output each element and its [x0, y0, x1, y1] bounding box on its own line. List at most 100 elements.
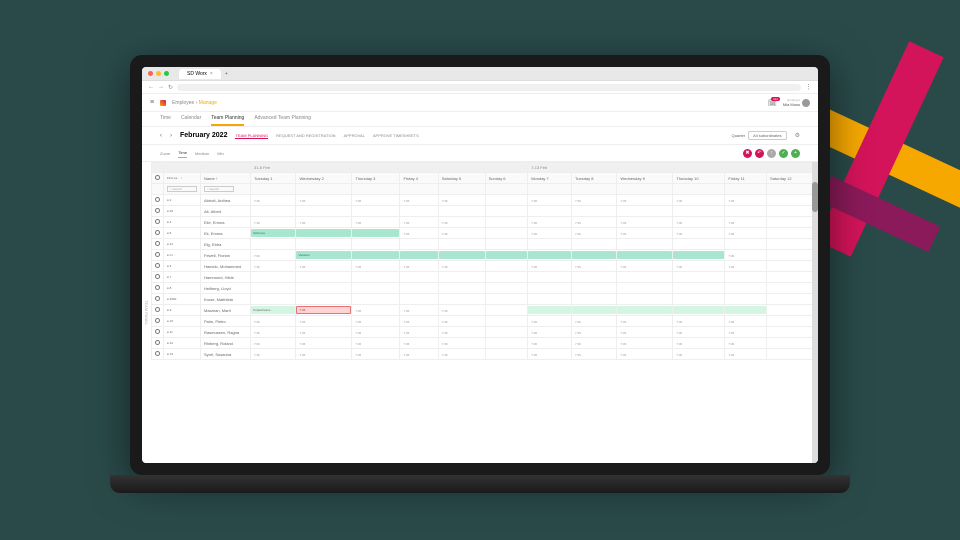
planning-cell[interactable]: 7:36 — [251, 250, 296, 261]
planning-cell[interactable]: 7:36 — [438, 327, 485, 338]
nav-calendar[interactable]: Calendar — [181, 112, 201, 126]
planning-cell[interactable]: 7:36 — [528, 316, 572, 327]
planning-cell[interactable]: 7:36 — [296, 217, 352, 228]
filter-medium[interactable]: Medium — [195, 149, 209, 158]
planning-cell[interactable] — [767, 250, 818, 261]
planning-cell[interactable] — [767, 228, 818, 239]
planning-cell[interactable] — [485, 206, 528, 217]
planning-cell[interactable]: 7:36 — [251, 327, 296, 338]
planning-cell[interactable]: 7:36 — [617, 217, 673, 228]
planning-cell[interactable]: 7:36 — [438, 195, 485, 206]
planning-cell[interactable]: 7:36 — [400, 305, 438, 316]
planning-cell[interactable]: 7:36 — [571, 228, 616, 239]
planning-cell[interactable] — [617, 239, 673, 250]
planning-cell[interactable]: 7:36 — [528, 327, 572, 338]
planning-cell[interactable]: 7:36 — [251, 338, 296, 349]
planning-cell[interactable]: 7:36 — [400, 261, 438, 272]
table-row[interactable]: ● 7Hammond, Hilde — [152, 272, 818, 283]
row-checkbox[interactable] — [155, 252, 160, 257]
planning-cell[interactable] — [485, 250, 528, 261]
planning-cell[interactable] — [528, 283, 572, 294]
planning-cell[interactable] — [673, 283, 725, 294]
planning-cell[interactable] — [673, 294, 725, 305]
planning-cell[interactable] — [485, 338, 528, 349]
planning-cell[interactable] — [485, 316, 528, 327]
planning-cell[interactable] — [485, 228, 528, 239]
planning-cell[interactable]: 7:36 — [251, 195, 296, 206]
planning-cell[interactable] — [485, 283, 528, 294]
row-checkbox[interactable] — [155, 340, 160, 345]
planning-cell[interactable] — [725, 294, 767, 305]
planning-cell[interactable]: 7:36 — [528, 338, 572, 349]
planning-cell[interactable] — [767, 283, 818, 294]
planning-cell[interactable]: 7:36 — [352, 327, 400, 338]
row-checkbox[interactable] — [155, 241, 160, 246]
row-checkbox[interactable] — [155, 230, 160, 235]
planning-cell[interactable]: 7:36 — [296, 195, 352, 206]
maximize-window-icon[interactable] — [164, 71, 169, 76]
planning-cell[interactable] — [400, 294, 438, 305]
browser-tab[interactable]: SD Worx× — [179, 69, 221, 79]
planning-cell[interactable] — [400, 250, 438, 261]
planning-cell[interactable] — [725, 206, 767, 217]
planning-cell[interactable] — [438, 206, 485, 217]
planning-cell[interactable]: 7:36 — [251, 261, 296, 272]
planning-cell[interactable]: 7:36 — [528, 261, 572, 272]
search-name-input[interactable]: ⌕ Search — [204, 186, 234, 192]
address-bar[interactable] — [177, 84, 801, 91]
planning-cell[interactable] — [767, 294, 818, 305]
planning-cell[interactable]: 7:36 — [352, 349, 400, 360]
planning-cell[interactable] — [571, 294, 616, 305]
row-checkbox[interactable] — [155, 197, 160, 202]
settings-icon[interactable]: ⚙ — [795, 132, 800, 139]
planning-cell[interactable]: 7:36 — [725, 250, 767, 261]
planning-cell[interactable] — [725, 272, 767, 283]
planning-cell[interactable]: 7:36 — [673, 316, 725, 327]
planning-cell[interactable]: 7:36 — [725, 349, 767, 360]
planning-cell[interactable]: 7:36 — [352, 338, 400, 349]
planning-cell[interactable]: 7:36 — [725, 338, 767, 349]
planning-cell[interactable] — [767, 261, 818, 272]
planning-grid[interactable]: 31-6 Feb7-13 FebFirst na… ↑Name ↑Tuesday… — [151, 162, 818, 463]
nav-advanced[interactable]: Advanced Team Planning — [254, 112, 311, 126]
planning-cell[interactable]: 7:36 — [400, 327, 438, 338]
table-row[interactable]: ● 6Hamido, Mohammed7:367:367:367:367:367… — [152, 261, 818, 272]
planning-cell[interactable]: 7:36 — [400, 217, 438, 228]
planning-cell[interactable] — [352, 250, 400, 261]
planning-cell[interactable] — [725, 239, 767, 250]
planning-cell[interactable] — [767, 217, 818, 228]
planning-cell[interactable]: 7:36 — [352, 316, 400, 327]
planning-cell[interactable] — [251, 272, 296, 283]
planning-cell[interactable]: 7:36 — [251, 349, 296, 360]
planning-cell[interactable]: 7:36 — [571, 316, 616, 327]
planning-cell[interactable] — [296, 272, 352, 283]
filter-min[interactable]: Min — [217, 149, 223, 158]
new-tab-button[interactable]: + — [221, 71, 232, 77]
planning-cell[interactable]: 7:36 — [725, 217, 767, 228]
table-row[interactable]: ● 8Hellberg, Lloyd — [152, 283, 818, 294]
planning-cell[interactable] — [296, 283, 352, 294]
planning-cell[interactable]: 7:36 — [296, 261, 352, 272]
planning-cell[interactable] — [617, 294, 673, 305]
action-undo-button[interactable]: ↶ — [755, 149, 764, 158]
planning-cell[interactable]: 7:36 — [352, 261, 400, 272]
planning-cell[interactable] — [485, 239, 528, 250]
planning-cell[interactable] — [673, 206, 725, 217]
planning-cell[interactable] — [617, 305, 673, 316]
table-row[interactable]: ● Cr…Fewell, Florian7:36Vacation7:36 — [152, 250, 818, 261]
planning-cell[interactable] — [251, 206, 296, 217]
planning-cell[interactable]: 7:36 — [352, 305, 400, 316]
planning-cell[interactable] — [438, 283, 485, 294]
row-checkbox[interactable] — [155, 351, 160, 356]
planning-cell[interactable]: 7:36 — [528, 195, 572, 206]
table-row[interactable]: ● 5Ek, EmmaSickness7:367:367:367:367:367… — [152, 228, 818, 239]
breadcrumb[interactable]: Employee › Manage — [172, 100, 217, 106]
next-period-button[interactable]: › — [170, 133, 172, 139]
planning-cell[interactable] — [485, 261, 528, 272]
table-row[interactable]: ● 4500Kruse, Matthilda — [152, 294, 818, 305]
row-checkbox[interactable] — [155, 285, 160, 290]
planning-cell[interactable]: 7:36 — [400, 228, 438, 239]
planning-cell[interactable]: 7:36 — [673, 327, 725, 338]
planning-cell[interactable] — [617, 250, 673, 261]
planning-cell[interactable]: 7:36 — [673, 338, 725, 349]
